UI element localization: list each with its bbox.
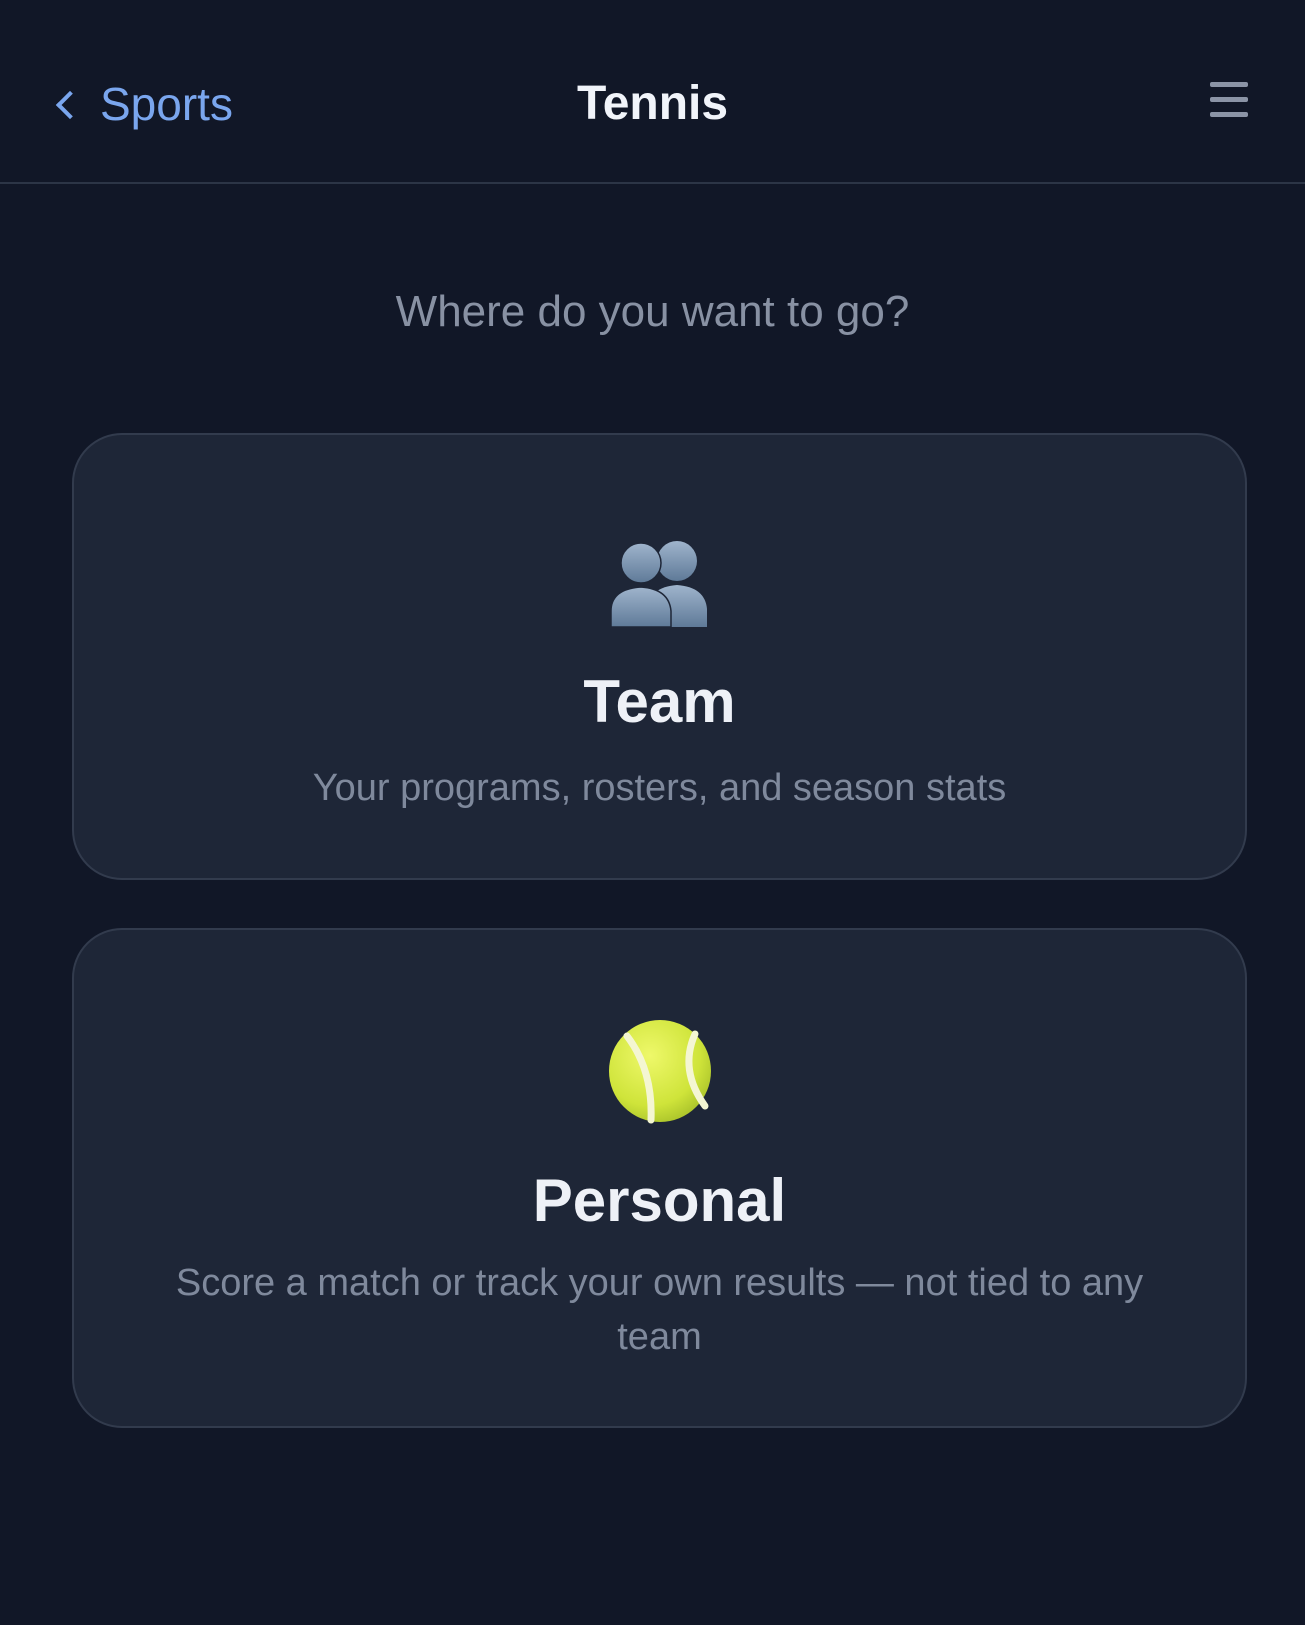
navigation-bar: Sports Tennis [0, 0, 1305, 184]
personal-option-card[interactable]: Personal Score a match or track your own… [72, 928, 1247, 1428]
team-option-card[interactable]: Team Your programs, rosters, and season … [72, 433, 1247, 880]
personal-option-description: Score a match or track your own results … [175, 1262, 1144, 1358]
team-option-title: Team [583, 668, 736, 735]
chevron-left-icon [55, 90, 85, 120]
tennis-ball-icon [607, 1018, 713, 1129]
personal-option-title: Personal [532, 1167, 787, 1234]
menu-button[interactable] [1206, 82, 1250, 122]
back-button-label: Sports [100, 78, 233, 130]
team-option-description: Your programs, rosters, and season stats [312, 767, 1007, 809]
section-prompt: Where do you want to go? [395, 287, 910, 336]
app-screen: Sports Tennis Where do you want to go? T… [0, 0, 1305, 1625]
two-people-silhouette-icon [605, 535, 715, 632]
back-button[interactable]: Sports [55, 76, 233, 132]
